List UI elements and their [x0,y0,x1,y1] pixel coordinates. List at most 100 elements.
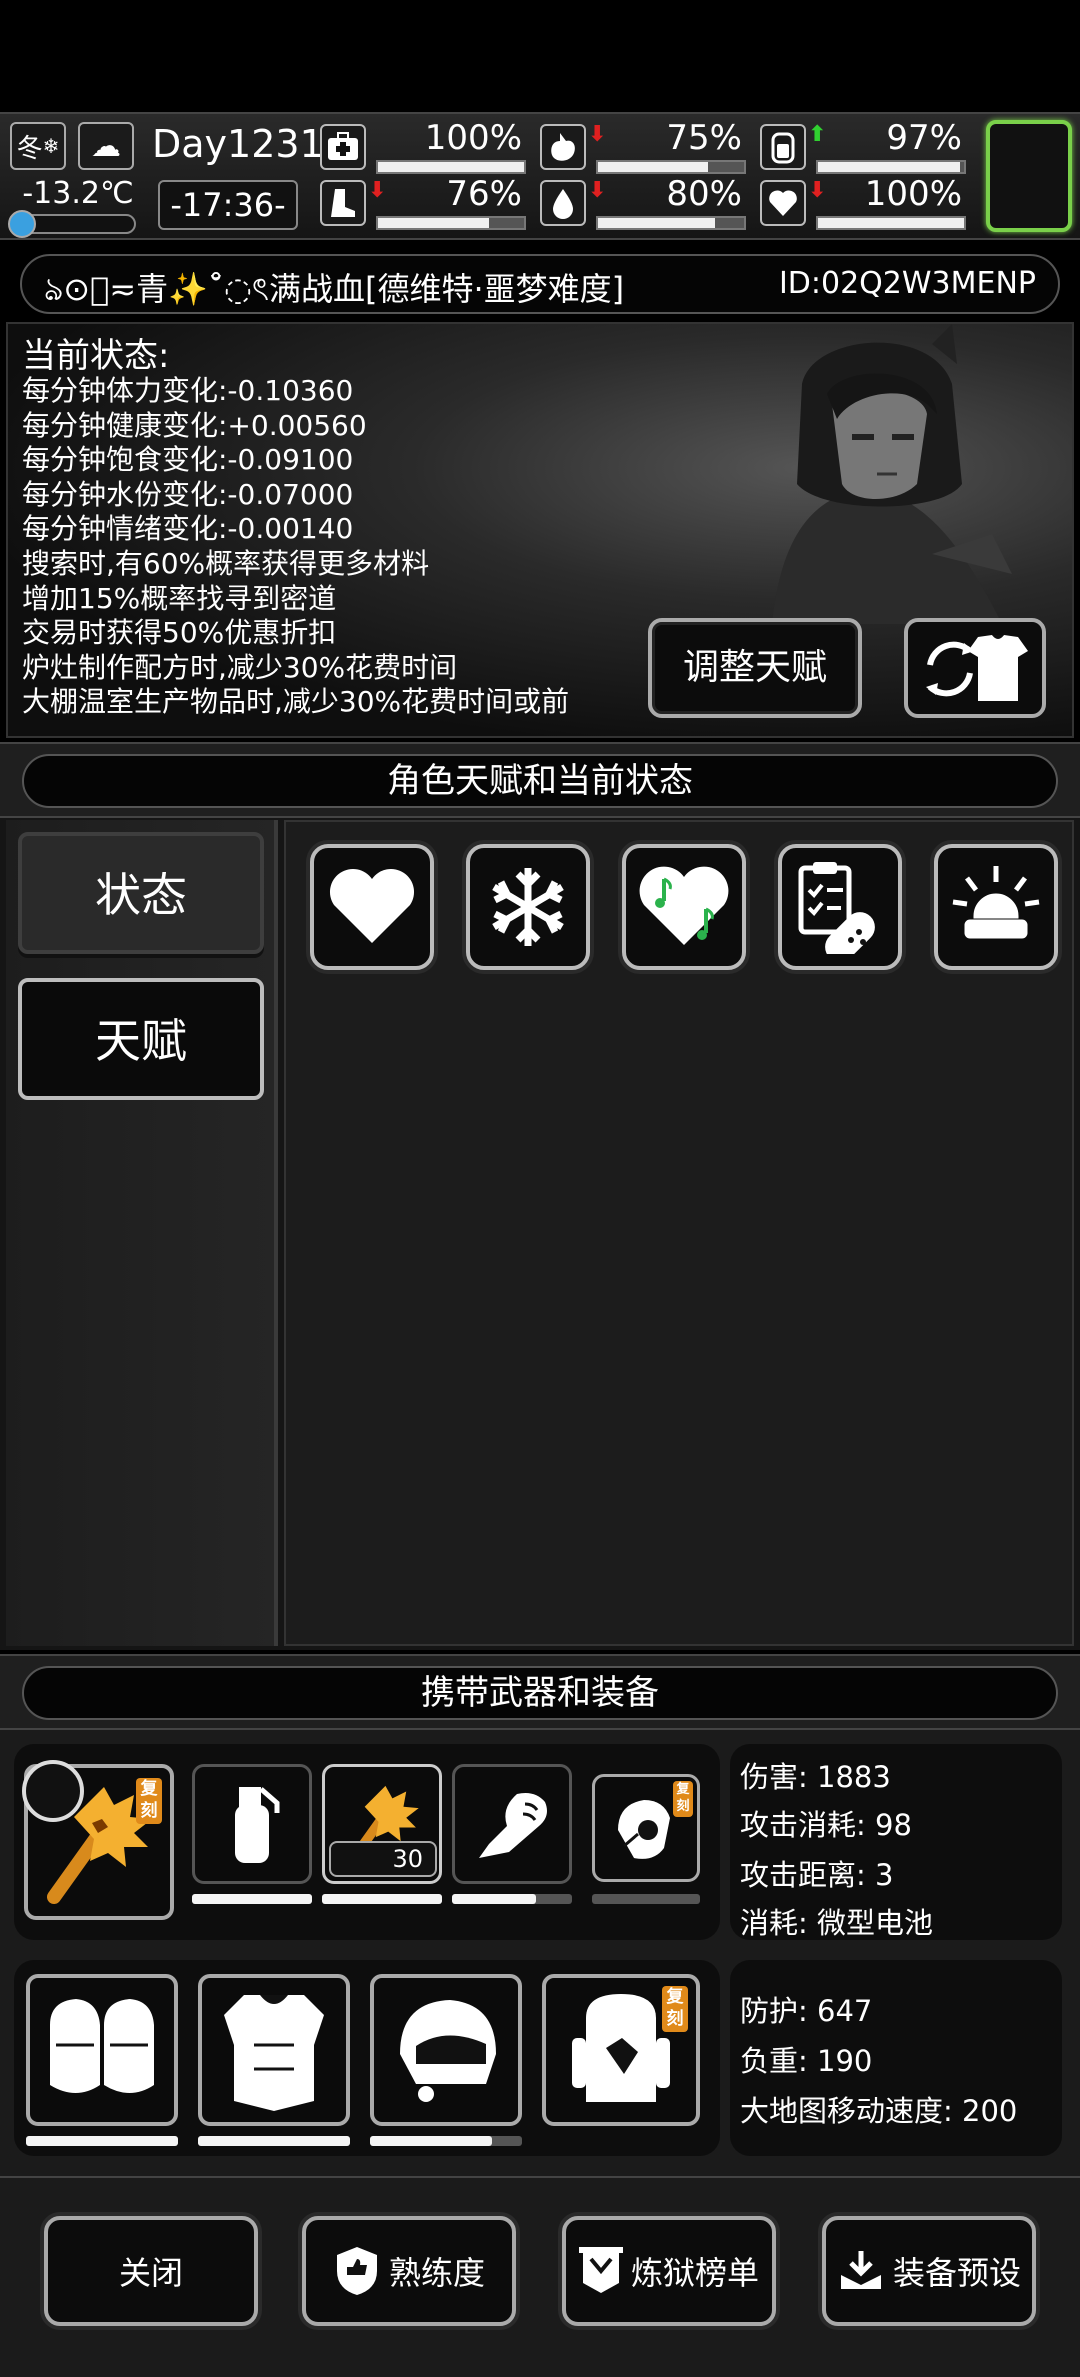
weapon-damage: 伤害: 1883 [740,1760,891,1794]
stat-hunger: ⬇ 75% [540,118,750,176]
weapon-slots: 复刻 30 复刻 [14,1744,720,1940]
weapon-stats-box: 伤害: 1883 攻击消耗: 98 攻击距离: 3 消耗: 微型电池 [730,1744,1062,1940]
water-drop-icon [540,180,586,226]
game-clock: -17:36- [158,180,298,230]
stat-stamina: ⬇ 76% [320,174,530,232]
talent-section-header: 角色天赋和当前状态 [0,742,1080,818]
status-line: 每分钟体力变化:-0.10360 [22,374,354,407]
character-status-panel: 当前状态: 每分钟体力变化:-0.10360 每分钟健康变化:+0.00560 … [6,322,1074,738]
tool-slot[interactable]: 复刻 [592,1774,700,1882]
melee-slot[interactable] [452,1764,572,1884]
map-move-speed: 大地图移动速度: 200 [740,2094,1018,2128]
status-line: 交易时获得50%优惠折扣 [22,616,337,650]
backpack-icon [572,1994,670,2102]
status-line: 大棚温室生产物品时,减少30%花费时间或前 [22,685,570,719]
status-title: 当前状态: [22,336,170,376]
temperature-readout: -13.2℃ [22,176,134,211]
close-button-label: 关闭 [118,2254,183,2292]
stat-energy: ⬆ 97% [760,118,970,176]
character-portrait [772,324,1012,624]
thermometer-icon [8,210,36,238]
status-line: 每分钟水份变化:-0.07000 [22,477,354,511]
player-id: ID:02Q2W3MENP [778,266,1036,301]
armor-load: 负重: 190 [740,2044,873,2078]
adjust-talent-button[interactable]: 调整天赋 [648,618,862,718]
alarm-light-icon[interactable] [934,844,1058,970]
status-line: 增加15%概率找寻到密道 [22,581,337,615]
ammo-count: 30 [329,1841,437,1877]
battery-icon [760,124,806,170]
hud-bar: 冬❄ ☁ -13.2℃ Day1231 -17:36- 100% ⬇ 75% [0,112,1080,240]
copy-tag: 复刻 [662,1986,688,2032]
status-line: 每分钟情绪变化:-0.00140 [22,512,354,546]
grenade-icon [235,1787,280,1863]
download-tray-icon [840,2251,881,2289]
weapon-range: 攻击距离: 3 [740,1858,894,1892]
close-button[interactable]: 关闭 [44,2216,258,2326]
player-name: ঌ⊙ি≂青✨˚̆◌ৎ满战血[德维特·噩梦难度] [44,270,625,308]
day-counter: Day1231 [152,122,324,166]
copy-tag: 复刻 [136,1778,162,1824]
refresh-shirt-icon [926,635,1028,701]
purgatory-ranking-button[interactable]: 炼狱榜单 [562,2216,776,2326]
secondary-weapon-slot[interactable]: 30 [322,1764,442,1884]
purgatory-ranking-button-label: 炼狱榜单 [630,2254,759,2292]
winter-snow-icon: 冬 ❄ [10,122,66,170]
temperature-bar [8,210,136,238]
knee-pads-icon [50,1999,154,2093]
status-line: 每分钟饱食变化:-0.09100 [22,443,354,477]
section-title: 携带武器和装备 [22,1666,1058,1720]
status-icons-area [284,820,1074,1646]
equipment-preset-button-label: 装备预设 [892,2254,1021,2292]
status-line: 炉灶制作配方时,减少30%花费时间 [22,650,458,684]
shield-thumb-icon [336,2247,377,2295]
gloves-slot[interactable] [26,1974,178,2126]
armor-slots: 复刻 [14,1960,720,2156]
game-screen: 冬❄ ☁ -13.2℃ Day1231 -17:36- 100% ⬇ 75% [0,0,1080,2377]
main-weapon-slot[interactable]: 复刻 [22,1760,174,1920]
stat-health: 100% [320,118,530,176]
change-outfit-button[interactable] [904,618,1046,718]
heart-icon[interactable] [310,844,434,970]
equipment-preset-button[interactable]: 装备预设 [822,2216,1036,2326]
stat-water: ⬇ 80% [540,174,750,232]
talent-area: 状态 天赋 [0,818,1080,1650]
copy-tag: 复刻 [673,1781,693,1817]
fist-icon [479,1793,547,1858]
proficiency-button[interactable]: 熟练度 [302,2216,516,2326]
armor-defense: 防护: 647 [740,1994,873,2028]
helmet-icon [400,2000,496,2102]
stat-mood: ⬇ 100% [760,174,970,232]
player-name-bar: ঌ⊙ি≂青✨˚̆◌ৎ满战血[德维特·噩梦难度] ID:02Q2W3MENP [20,254,1060,314]
talent-tabs: 状态 天赋 [6,820,278,1646]
status-effects-list: 每分钟体力变化:-0.10360 每分钟健康变化:+0.00560 每分钟饱食变… [22,374,569,720]
proficiency-button-label: 熟练度 [388,2254,485,2292]
body-armor-slot[interactable] [198,1974,350,2126]
grenade-slot[interactable] [192,1764,312,1884]
status-line: 搜索时,有60%概率获得更多材料 [22,546,430,580]
banner-icon [578,2247,623,2293]
status-line: 每分钟健康变化:+0.00560 [22,408,367,442]
weapon-ammo-type: 消耗: 微型电池 [740,1906,933,1940]
equipment-area: 复刻 30 复刻 伤害: 1883 攻击消耗: 98 攻击距离: 3 消耗: 微… [0,1730,1080,2176]
cloud-icon: ☁ [78,122,134,170]
helmet-slot[interactable] [370,1974,522,2126]
music-heart-icon[interactable] [622,844,746,970]
tab-status[interactable]: 状态 [18,832,264,954]
tab-talent[interactable]: 天赋 [18,978,264,1100]
backpack-slot[interactable]: 复刻 [542,1974,700,2126]
stomach-icon [540,124,586,170]
clipboard-pill-icon[interactable] [778,844,902,970]
snowflake-icon[interactable] [466,844,590,970]
armor-stats-box: 防护: 647 负重: 190 大地图移动速度: 200 [730,1960,1062,2156]
heart-icon [760,180,806,226]
bottom-action-bar: 关闭 熟练度 炼狱榜单 装备预设 [0,2176,1080,2377]
weapon-attack-cost: 攻击消耗: 98 [740,1808,912,1842]
section-title: 角色天赋和当前状态 [22,754,1058,808]
quick-slot[interactable] [986,120,1072,232]
body-armor-icon [224,1995,324,2111]
medkit-icon [320,124,366,170]
equip-indicator-ring [22,1760,84,1822]
equipment-section-header: 携带武器和装备 [0,1654,1080,1730]
boot-icon [320,180,366,226]
